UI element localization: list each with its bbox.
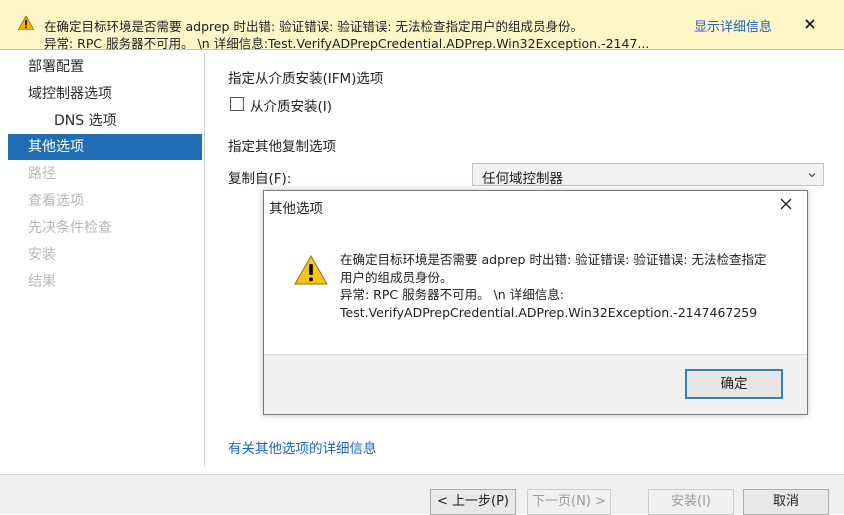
dialog-message: 在确定目标环境是否需要 adprep 时出错: 验证错误: 验证错误: 无法检查… (340, 251, 780, 321)
cancel-button[interactable]: 取消 (743, 489, 829, 515)
dialog-message-line: 异常: RPC 服务器不可用。 \n 详细信息: (340, 287, 564, 302)
ifm-checkbox-label[interactable]: 从介质安装(I) (250, 95, 332, 115)
banner-close-button[interactable]: × (800, 14, 820, 34)
replicate-from-label: 复制自(F): (228, 171, 292, 187)
dialog-message-line: 用户的组成员身份。 (340, 269, 453, 285)
dialog-title: 其他选项 (269, 201, 323, 217)
chevron-down-icon (807, 169, 817, 184)
ok-button[interactable]: 确定 (685, 369, 783, 399)
back-button[interactable]: < 上一步(P) (430, 489, 516, 515)
nav-divider (204, 54, 205, 466)
dialog-footer: 确定 (264, 354, 807, 414)
error-dialog: 其他选项 在确定目标环境是否需要 adprep 时出错: 验证错误: 验证错误:… (263, 190, 808, 415)
nav-item-prerequisites-check: 先决条件检查 (28, 220, 112, 236)
banner-message-line2: 异常: RPC 服务器不可用。 \n 详细信息:Test.VerifyADPre… (44, 36, 650, 51)
wizard-button-bar: < 上一步(P) 下一页(N) > 安装(I) 取消 (0, 474, 844, 515)
install-button: 安装(I) (648, 489, 734, 515)
nav-item-installation: 安装 (28, 247, 56, 263)
more-options-info-link[interactable]: 有关其他选项的详细信息 (228, 437, 377, 457)
nav-item-review-options: 查看选项 (28, 193, 84, 209)
warning-icon (294, 254, 328, 289)
nav-item-results: 结果 (28, 274, 56, 290)
dialog-message-line: 在确定目标环境是否需要 adprep 时出错: 验证错误: 验证错误: 无法检查… (340, 252, 767, 267)
nav-item-dc-options[interactable]: 域控制器选项 (8, 81, 202, 107)
dialog-message-line: Test.VerifyADPrepCredential.ADPrep.Win32… (340, 304, 758, 320)
nav-item-deployment-config[interactable]: 部署配置 (8, 54, 202, 80)
close-icon (780, 198, 792, 210)
replicate-from-value: 任何域控制器 (482, 171, 563, 187)
ifm-checkbox[interactable] (230, 97, 244, 111)
warning-banner: 在确定目标环境是否需要 adprep 时出错: 验证错误: 验证错误: 无法检查… (0, 0, 844, 51)
ifm-heading: 指定从介质安装(IFM)选项 (228, 71, 384, 87)
warning-icon (17, 15, 35, 34)
replication-heading: 指定其他复制选项 (228, 139, 336, 155)
show-details-link[interactable]: 显示详细信息 (694, 16, 772, 35)
nav-item-additional-options[interactable]: 其他选项 (8, 134, 202, 160)
replicate-from-dropdown[interactable]: 任何域控制器 (472, 163, 824, 187)
next-button: 下一页(N) > (527, 489, 611, 515)
nav-item-paths: 路径 (28, 166, 56, 182)
nav-item-dns-options[interactable]: DNS 选项 (8, 108, 202, 134)
dialog-close-button[interactable] (775, 195, 797, 217)
